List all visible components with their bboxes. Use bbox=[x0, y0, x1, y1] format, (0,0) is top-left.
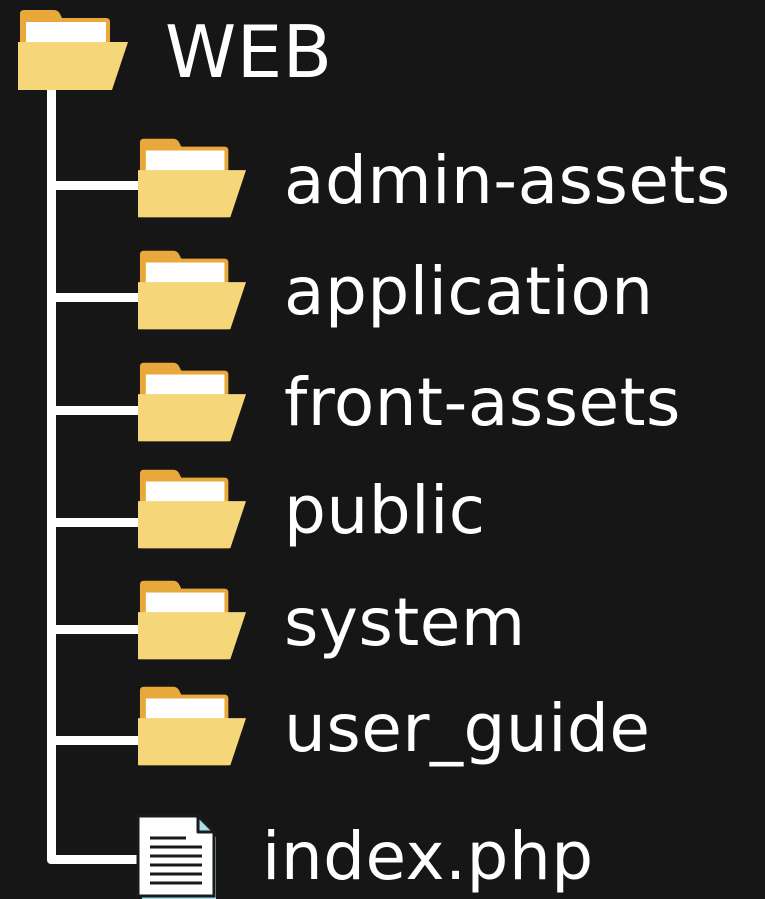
folder-icon bbox=[138, 138, 247, 218]
tree-item-label: index.php bbox=[262, 818, 594, 895]
tree-branch-line bbox=[47, 293, 142, 302]
folder-icon bbox=[138, 250, 247, 330]
tree-branch-line bbox=[47, 855, 142, 864]
tree-item-label: public bbox=[284, 472, 486, 549]
folder-icon bbox=[138, 686, 247, 766]
tree-branch-line bbox=[47, 518, 142, 527]
file-icon bbox=[136, 814, 216, 899]
tree-root-label: WEB bbox=[165, 10, 333, 94]
tree-branch-line bbox=[47, 736, 142, 745]
tree-item-label: system bbox=[284, 584, 526, 661]
tree-item-label: user_guide bbox=[284, 690, 651, 767]
folder-icon bbox=[138, 580, 247, 660]
tree-item-label: application bbox=[284, 253, 654, 330]
tree-branch-line bbox=[47, 406, 142, 415]
tree-item-label: admin-assets bbox=[284, 142, 731, 219]
tree-branch-line bbox=[47, 181, 142, 190]
tree-trunk-line bbox=[47, 86, 56, 862]
tree-item-label: front-assets bbox=[284, 364, 681, 441]
tree-branch-line bbox=[47, 625, 142, 634]
folder-icon bbox=[18, 10, 128, 90]
folder-icon bbox=[138, 362, 247, 442]
folder-tree: WEB admin-assets application front-asset… bbox=[0, 0, 765, 899]
folder-icon bbox=[138, 469, 247, 549]
